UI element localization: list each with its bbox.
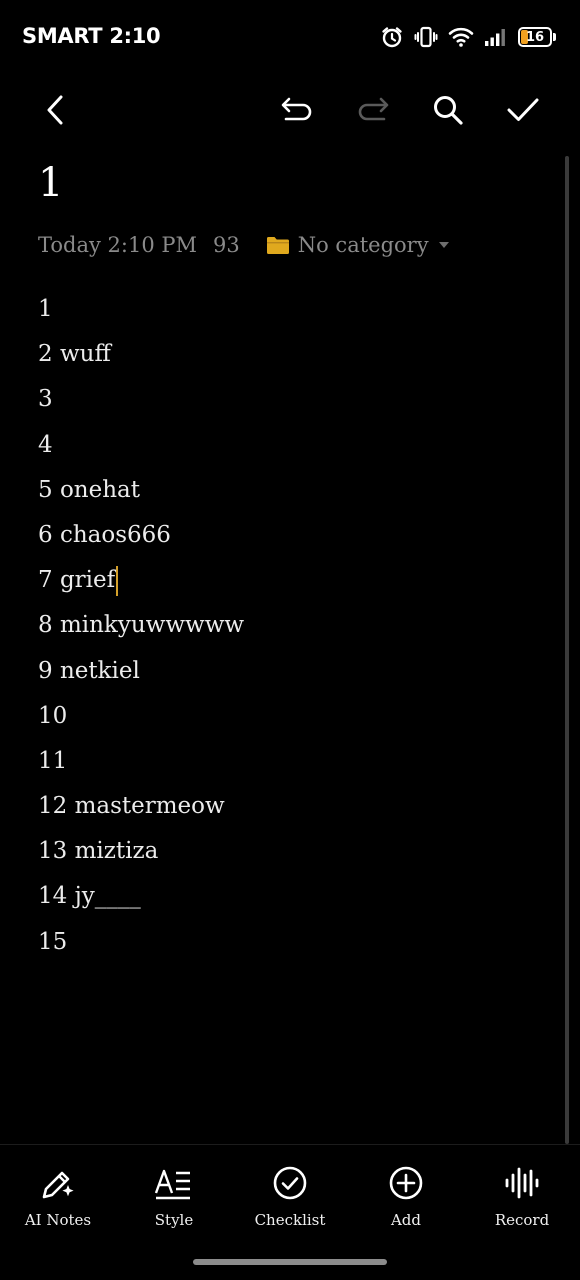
check-circle-icon: [273, 1166, 307, 1200]
checklist-label: Checklist: [254, 1211, 326, 1229]
wifi-icon: [448, 27, 474, 47]
note-line[interactable]: 2 wuff: [38, 332, 244, 377]
style-button[interactable]: Style: [116, 1145, 232, 1245]
category-label: No category: [297, 233, 429, 257]
back-arrow-icon: [47, 95, 63, 125]
status-icons: 16: [380, 24, 556, 50]
search-icon: [434, 96, 463, 125]
editor-toolbar: [0, 80, 580, 136]
note-meta: Today 2:10 PM 93 No category: [38, 231, 450, 259]
alarm-icon: [382, 27, 402, 48]
text-style-icon: [154, 1169, 190, 1200]
carrier-time: SMART 2:10: [22, 24, 161, 48]
add-button[interactable]: Add: [348, 1145, 464, 1245]
scrollbar[interactable]: [565, 156, 569, 1144]
note-line-active[interactable]: 7 grief: [38, 558, 244, 603]
undo-icon: [281, 97, 312, 121]
note-line[interactable]: 4: [38, 423, 244, 468]
note-title[interactable]: 1: [38, 160, 63, 206]
checklist-button[interactable]: Checklist: [232, 1145, 348, 1245]
done-button[interactable]: [501, 88, 545, 132]
note-line[interactable]: 14 jy____: [38, 874, 244, 919]
category-selector[interactable]: No category: [266, 233, 450, 257]
note-line[interactable]: 9 netkiel: [38, 649, 244, 694]
text-cursor: [116, 566, 119, 597]
search-button[interactable]: [426, 88, 470, 132]
note-line[interactable]: 15: [38, 920, 244, 965]
plus-circle-icon: [389, 1166, 423, 1200]
record-label: Record: [494, 1211, 550, 1229]
add-label: Add: [390, 1211, 422, 1229]
note-body[interactable]: 1 2 wuff 3 4 5 onehat 6 chaos666 7 grief…: [38, 287, 244, 965]
ai-notes-button[interactable]: AI Notes: [0, 1145, 116, 1245]
redo-button[interactable]: [351, 88, 395, 132]
undo-button[interactable]: [275, 88, 319, 132]
note-line[interactable]: 8 minkyuwwwww: [38, 603, 244, 648]
note-line[interactable]: 11: [38, 739, 244, 784]
home-indicator[interactable]: [193, 1259, 387, 1265]
note-line[interactable]: 5 onehat: [38, 468, 244, 513]
note-line-text: 7 grief: [38, 567, 116, 594]
signal-icon: [485, 29, 505, 46]
caret-down-icon: [438, 242, 449, 248]
note-line[interactable]: 10: [38, 694, 244, 739]
battery-level: 16: [525, 29, 545, 45]
note-date: Today 2:10 PM: [38, 233, 197, 257]
bottom-toolbar: AI Notes Style Checklist Add Record: [0, 1145, 580, 1245]
battery-icon: 16: [518, 27, 556, 47]
note-line[interactable]: 1: [38, 287, 244, 332]
note-line[interactable]: 3: [38, 377, 244, 422]
status-bar: SMART 2:10 16: [0, 0, 580, 76]
redo-icon: [358, 97, 389, 121]
note-line[interactable]: 13 miztiza: [38, 829, 244, 874]
char-count: 93: [213, 233, 240, 257]
checkmark-icon: [507, 98, 539, 121]
note-line[interactable]: 6 chaos666: [38, 513, 244, 558]
back-button[interactable]: [34, 88, 78, 132]
ai-pen-icon: [42, 1171, 74, 1199]
vibrate-icon: [414, 26, 438, 48]
style-label: Style: [154, 1211, 194, 1229]
note-line[interactable]: 12 mastermeow: [38, 784, 244, 829]
record-button[interactable]: Record: [464, 1145, 580, 1245]
folder-icon: [266, 237, 289, 254]
ai-notes-label: AI Notes: [24, 1211, 92, 1229]
waveform-icon: [505, 1167, 539, 1199]
